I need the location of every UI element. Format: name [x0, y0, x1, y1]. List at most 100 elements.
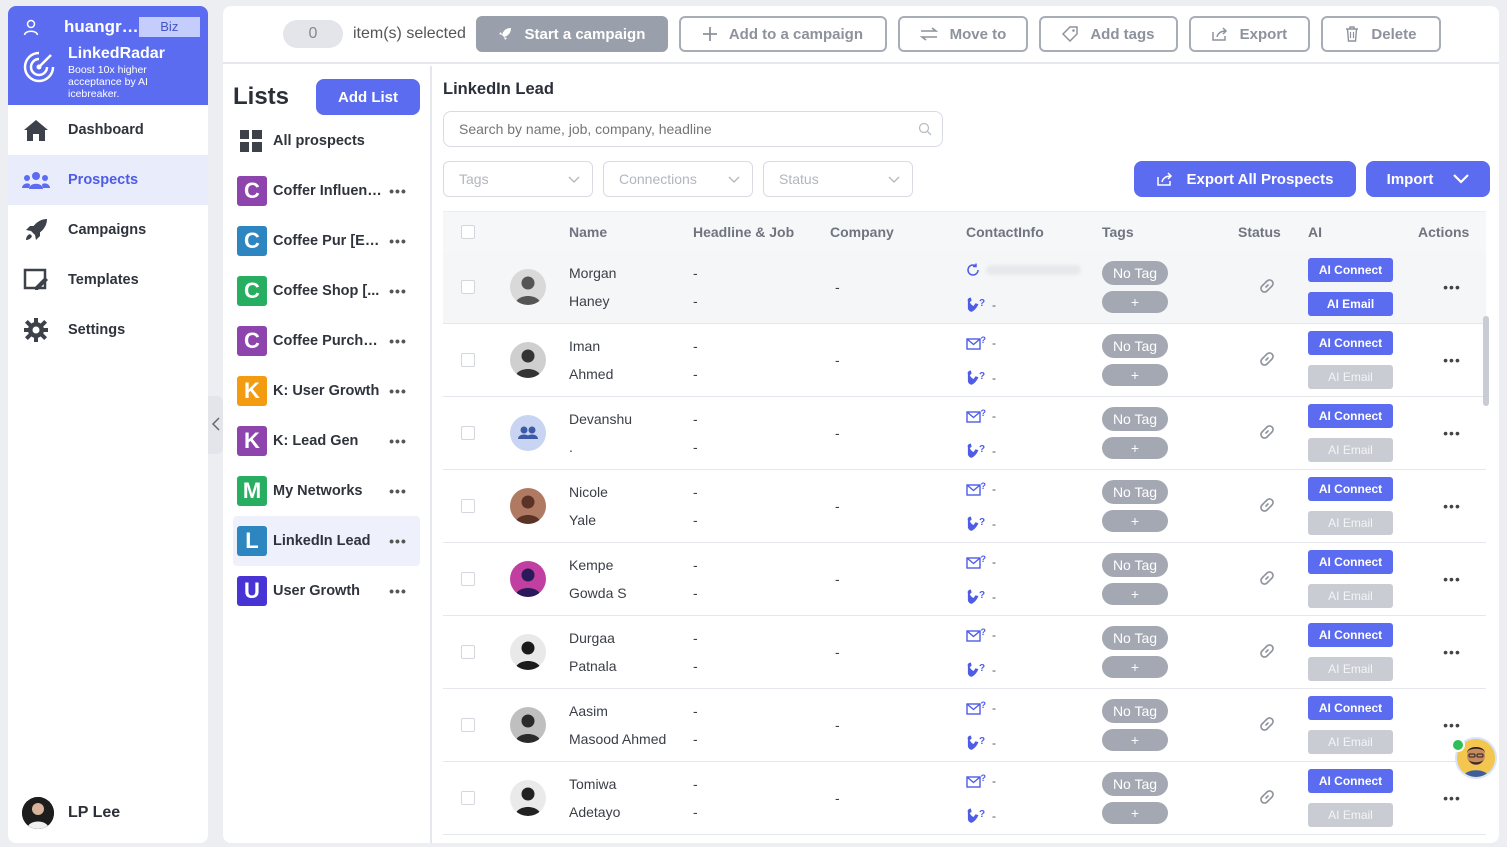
phone-unknown-icon[interactable]: ?: [966, 589, 986, 605]
email-unknown-icon[interactable]: ?: [966, 628, 986, 642]
list-item[interactable]: C Coffee Pur [E… •••: [233, 216, 420, 266]
row-checkbox[interactable]: [461, 280, 475, 294]
add-tags-button[interactable]: Add tags: [1038, 16, 1178, 52]
first-name[interactable]: Kempe: [569, 556, 693, 574]
avatar[interactable]: [510, 342, 546, 378]
ai-connect-button[interactable]: AI Connect: [1308, 550, 1393, 574]
ai-email-button[interactable]: AI Email: [1308, 511, 1393, 535]
table-row[interactable]: Nicole Yale - - -? -? - No Tag + AI Connect AI Ema…: [443, 470, 1486, 543]
sidebar-collapse-handle[interactable]: [208, 396, 223, 454]
ai-connect-button[interactable]: AI Connect: [1308, 477, 1393, 501]
last-name[interactable]: Adetayo: [569, 803, 693, 821]
ai-email-button[interactable]: AI Email: [1308, 365, 1393, 389]
header-name[interactable]: Name: [563, 224, 693, 240]
import-button[interactable]: Import: [1366, 161, 1490, 197]
delete-button[interactable]: Delete: [1320, 16, 1441, 52]
phone-unknown-icon[interactable]: ?: [966, 297, 986, 313]
start-campaign-button[interactable]: Start a campaign: [475, 16, 668, 52]
last-name[interactable]: Yale: [569, 511, 693, 529]
list-item[interactable]: C Coffer Influen… •••: [233, 166, 420, 216]
last-name[interactable]: Patnala: [569, 657, 693, 675]
avatar[interactable]: [510, 269, 546, 305]
ai-email-button[interactable]: AI Email: [1308, 657, 1393, 681]
profile-link-icon[interactable]: [1258, 277, 1276, 295]
export-all-button[interactable]: Export All Prospects: [1134, 161, 1356, 197]
phone-unknown-icon[interactable]: ?: [966, 443, 986, 459]
add-to-campaign-button[interactable]: Add to a campaign: [678, 16, 887, 52]
list-item-all-prospects[interactable]: All prospects: [233, 116, 420, 166]
refresh-icon[interactable]: [966, 263, 980, 277]
row-checkbox[interactable]: [461, 791, 475, 805]
email-unknown-icon[interactable]: ?: [966, 701, 986, 715]
add-tag-button[interactable]: +: [1102, 364, 1168, 386]
email-unknown-icon[interactable]: ?: [966, 774, 986, 788]
row-actions-menu[interactable]: •••: [1418, 571, 1486, 587]
more-icon[interactable]: •••: [383, 433, 413, 449]
add-tag-button[interactable]: +: [1102, 510, 1168, 532]
username[interactable]: huangr…: [64, 17, 139, 37]
row-checkbox[interactable]: [461, 499, 475, 513]
first-name[interactable]: Aasim: [569, 702, 693, 720]
row-actions-menu[interactable]: •••: [1418, 425, 1486, 441]
ai-email-button[interactable]: AI Email: [1308, 438, 1393, 462]
add-list-button[interactable]: Add List: [316, 79, 420, 115]
row-checkbox[interactable]: [461, 426, 475, 440]
avatar[interactable]: [510, 561, 546, 597]
avatar[interactable]: [510, 634, 546, 670]
account-footer[interactable]: LP Lee: [22, 797, 120, 829]
last-name[interactable]: Masood Ahmed: [569, 730, 693, 748]
phone-unknown-icon[interactable]: ?: [966, 735, 986, 751]
row-checkbox[interactable]: [461, 645, 475, 659]
list-item[interactable]: K K: Lead Gen •••: [233, 416, 420, 466]
ai-email-button[interactable]: AI Email: [1308, 584, 1393, 608]
export-button[interactable]: Export: [1188, 16, 1310, 52]
profile-link-icon[interactable]: [1258, 788, 1276, 806]
ai-connect-button[interactable]: AI Connect: [1308, 404, 1393, 428]
table-row[interactable]: Durgaa Patnala - - -? -? - No Tag + AI Connect AI …: [443, 616, 1486, 689]
first-name[interactable]: Morgan: [569, 264, 693, 282]
ai-email-button[interactable]: AI Email: [1308, 803, 1393, 827]
row-checkbox[interactable]: [461, 353, 475, 367]
first-name[interactable]: Nicole: [569, 483, 693, 501]
nav-dashboard[interactable]: Dashboard: [8, 105, 208, 155]
ai-connect-button[interactable]: AI Connect: [1308, 769, 1393, 793]
more-icon[interactable]: •••: [383, 533, 413, 549]
row-actions-menu[interactable]: •••: [1418, 352, 1486, 368]
nav-campaigns[interactable]: Campaigns: [8, 205, 208, 255]
table-scrollbar[interactable]: [1483, 316, 1489, 406]
add-tag-button[interactable]: +: [1102, 583, 1168, 605]
select-all-checkbox[interactable]: [461, 224, 475, 239]
email-unknown-icon[interactable]: ?: [966, 409, 986, 423]
list-item[interactable]: C Coffee Shop [... •••: [233, 266, 420, 316]
profile-link-icon[interactable]: [1258, 715, 1276, 733]
tags-filter[interactable]: Tags: [443, 161, 593, 197]
ai-connect-button[interactable]: AI Connect: [1308, 258, 1393, 282]
list-item[interactable]: U User Growth •••: [233, 566, 420, 616]
add-tag-button[interactable]: +: [1102, 656, 1168, 678]
row-actions-menu[interactable]: •••: [1418, 790, 1486, 806]
avatar[interactable]: [510, 415, 546, 451]
table-row[interactable]: Tomiwa Adetayo - - -? -? - No Tag + AI Connect AI …: [443, 762, 1486, 835]
profile-link-icon[interactable]: [1258, 642, 1276, 660]
first-name[interactable]: Durgaa: [569, 629, 693, 647]
ai-connect-button[interactable]: AI Connect: [1308, 696, 1393, 720]
search-input[interactable]: [459, 121, 918, 137]
user-icon[interactable]: [22, 18, 40, 36]
ai-connect-button[interactable]: AI Connect: [1308, 331, 1393, 355]
last-name[interactable]: Ahmed: [569, 365, 693, 383]
nav-templates[interactable]: Templates: [8, 255, 208, 305]
ai-connect-button[interactable]: AI Connect: [1308, 623, 1393, 647]
row-actions-menu[interactable]: •••: [1418, 498, 1486, 514]
phone-unknown-icon[interactable]: ?: [966, 662, 986, 678]
profile-link-icon[interactable]: [1258, 569, 1276, 587]
phone-unknown-icon[interactable]: ?: [966, 370, 986, 386]
add-tag-button[interactable]: +: [1102, 802, 1168, 824]
more-icon[interactable]: •••: [383, 283, 413, 299]
list-item[interactable]: M My Networks •••: [233, 466, 420, 516]
row-actions-menu[interactable]: •••: [1418, 717, 1486, 733]
add-tag-button[interactable]: +: [1102, 729, 1168, 751]
row-actions-menu[interactable]: •••: [1418, 644, 1486, 660]
table-row[interactable]: Devanshu. - - -? -? - No Tag + AI Connect AI Emai…: [443, 397, 1486, 470]
first-name[interactable]: Iman: [569, 337, 693, 355]
email-unknown-icon[interactable]: ?: [966, 336, 986, 350]
